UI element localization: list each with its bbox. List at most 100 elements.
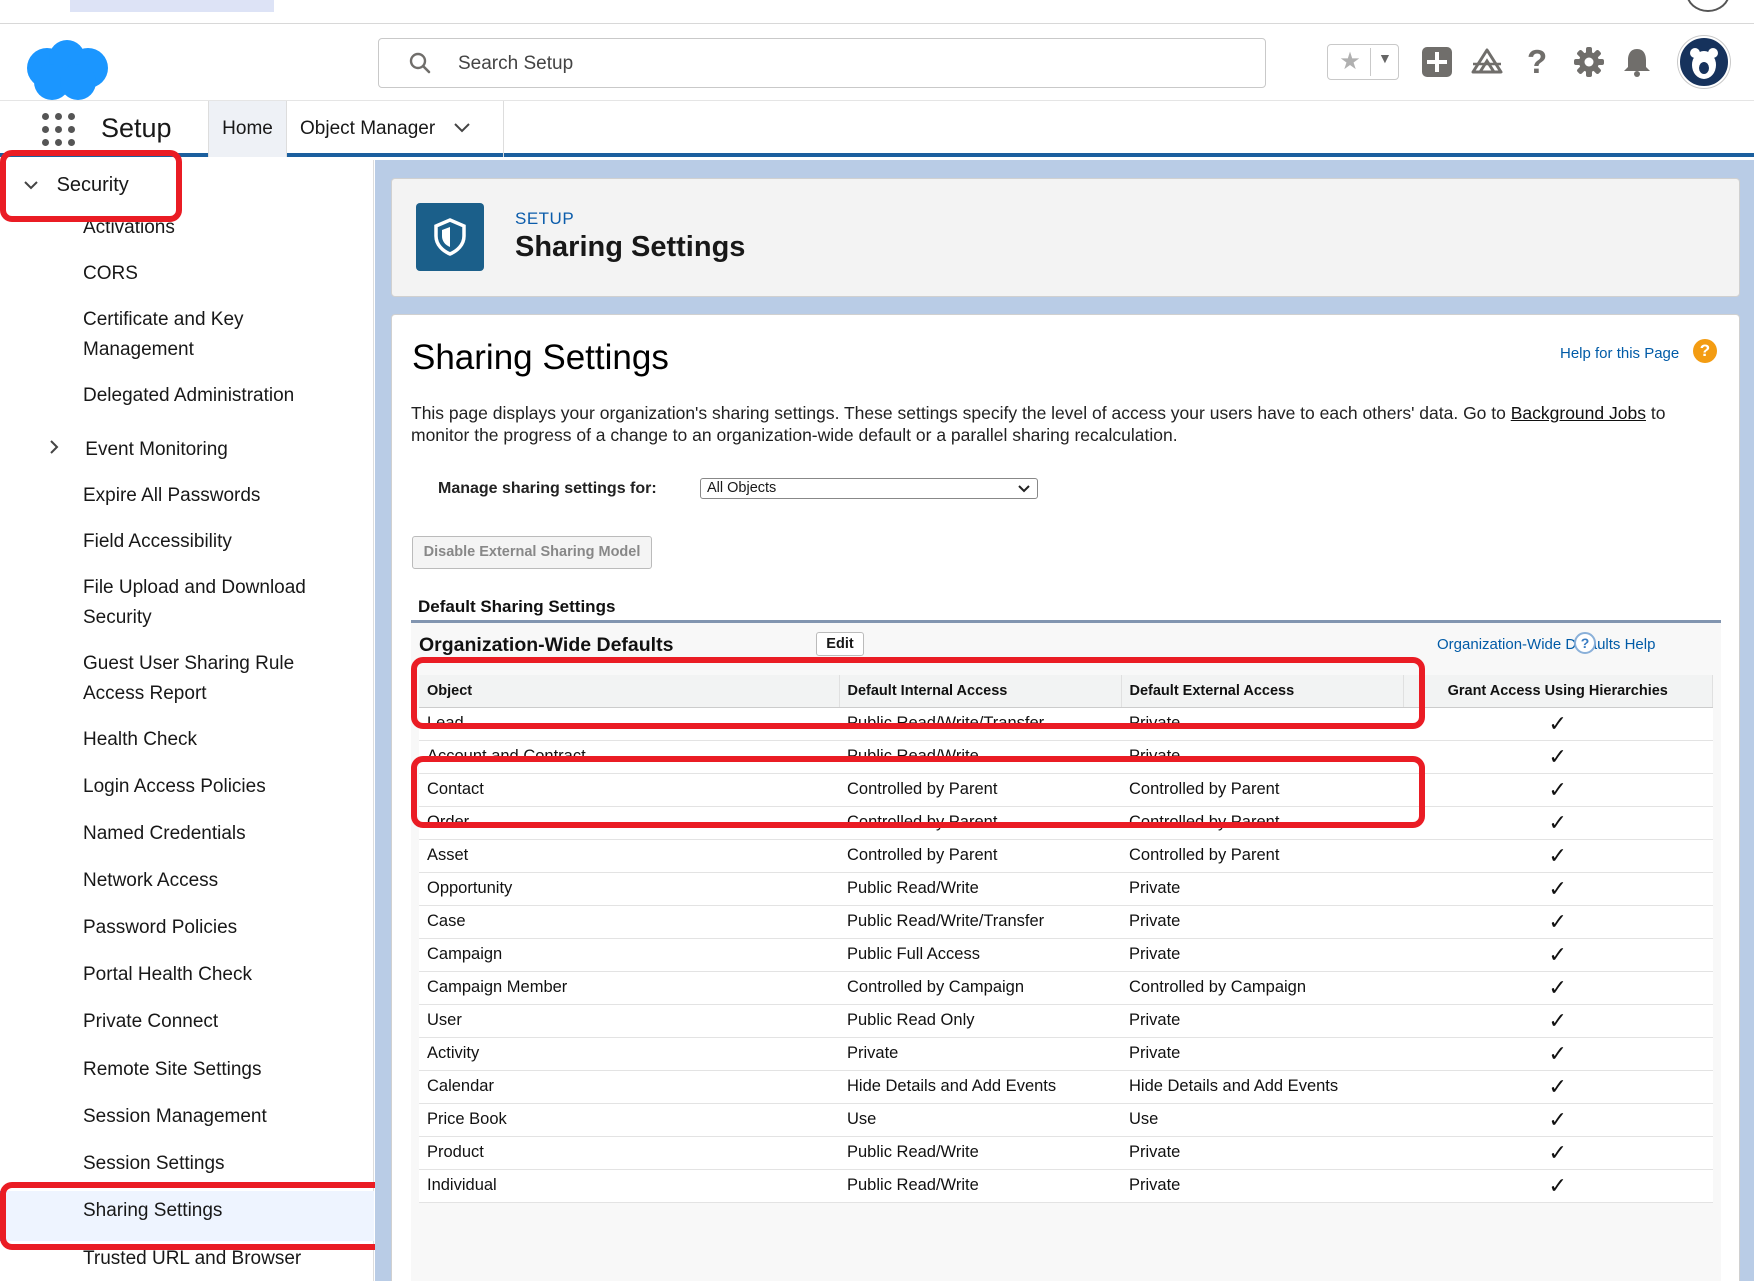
browser-tab[interactable] (70, 0, 274, 12)
checkmark-icon: ✓ (1403, 1037, 1713, 1071)
cell-object: Product (419, 1136, 839, 1170)
content-card: Sharing Settings Help for this Page ? Th… (391, 314, 1740, 1281)
table-row: Activity Private Private ✓ (419, 1037, 1713, 1071)
checkmark-icon: ✓ (1403, 1070, 1713, 1104)
global-header: Search Setup ★ ▼ ? (0, 24, 1754, 101)
cell-internal-access: Public Read/Write (839, 1136, 1121, 1170)
table-row: Opportunity Public Read/Write Private ✓ (419, 872, 1713, 906)
cell-internal-access: Public Full Access (839, 938, 1121, 972)
app-name: Setup (101, 113, 172, 143)
sidebar-item-session-settings[interactable]: Session Settings (83, 1149, 225, 1179)
trailhead-icon[interactable] (1470, 44, 1504, 80)
edit-button[interactable]: Edit (816, 632, 864, 656)
page-title: Sharing Settings (515, 231, 746, 263)
table-row: Asset Controlled by Parent Controlled by P… (419, 839, 1713, 873)
default-sharing-settings-heading: Default Sharing Settings (418, 597, 616, 616)
tab-object-manager-label: Object Manager (300, 118, 436, 139)
checkmark-icon: ✓ (1403, 938, 1713, 972)
checkmark-icon: ✓ (1403, 1103, 1713, 1137)
help-for-this-page-link[interactable]: Help for this Page (1560, 345, 1679, 362)
sidebar-item-private-connect[interactable]: Private Connect (83, 1007, 218, 1037)
checkmark-icon: ✓ (1403, 1169, 1713, 1203)
cell-object: Calendar (419, 1070, 839, 1104)
sidebar-item-password-policies[interactable]: Password Policies (83, 913, 237, 943)
help-icon[interactable]: ? (1527, 43, 1547, 80)
sidebar-item-event-monitoring[interactable]: Event Monitoring (48, 435, 228, 465)
caret-down-icon[interactable]: ▼ (1378, 50, 1392, 66)
cell-internal-access: Hide Details and Add Events (839, 1070, 1121, 1104)
sidebar-item-field-accessibility[interactable]: Field Accessibility (83, 527, 232, 557)
sidebar-item-login-access-policies[interactable]: Login Access Policies (83, 772, 266, 802)
tab-object-manager[interactable]: Object Manager (288, 101, 504, 157)
manage-sharing-select[interactable]: All Objects (700, 478, 1038, 499)
cell-external-access: Private (1121, 938, 1403, 972)
sidebar-item-portal-health-check[interactable]: Portal Health Check (83, 960, 252, 990)
chevron-down-icon[interactable] (453, 118, 471, 140)
checkmark-icon: ✓ (1403, 905, 1713, 939)
content-title: Sharing Settings (412, 338, 669, 377)
cell-object: Campaign (419, 938, 839, 972)
cell-external-access: Private (1121, 1169, 1403, 1203)
cell-internal-access: Public Read Only (839, 1004, 1121, 1038)
browser-strip (0, 0, 1754, 24)
sidebar-item-label: Event Monitoring (85, 439, 228, 460)
sidebar-item-health-check[interactable]: Health Check (83, 725, 197, 755)
search-icon (409, 52, 431, 79)
notifications-bell-icon[interactable] (1622, 44, 1652, 80)
sidebar-item-delegated-administration[interactable]: Delegated Administration (83, 381, 294, 411)
cell-internal-access: Private (839, 1037, 1121, 1071)
setup-sidebar: Security Activations CORS Certificate an… (0, 150, 388, 1281)
search-input[interactable]: Search Setup (378, 38, 1266, 88)
checkmark-icon: ✓ (1403, 971, 1713, 1005)
checkmark-icon: ✓ (1403, 773, 1713, 807)
add-icon[interactable] (1421, 44, 1453, 80)
user-avatar[interactable] (1678, 36, 1730, 88)
owd-table: Object Default Internal Access Default E… (419, 675, 1713, 1203)
sidebar-item-expire-all-passwords[interactable]: Expire All Passwords (83, 481, 260, 511)
sidebar-item-named-credentials[interactable]: Named Credentials (83, 819, 246, 849)
sidebar-item-guest-user-sharing-rule-report[interactable]: Guest User Sharing Rule Access Report (83, 649, 343, 709)
tab-home[interactable]: Home (208, 101, 287, 157)
cell-external-access: Private (1121, 1004, 1403, 1038)
browser-profile-icon[interactable] (1686, 0, 1730, 12)
column-header-grant-access[interactable]: Grant Access Using Hierarchies (1403, 675, 1713, 708)
star-icon[interactable]: ★ (1332, 48, 1368, 76)
cell-object: Individual (419, 1169, 839, 1203)
app-launcher-icon[interactable] (42, 113, 76, 147)
salesforce-logo[interactable] (22, 38, 110, 109)
table-row: Calendar Hide Details and Add Events Hide … (419, 1070, 1713, 1104)
sidebar-item-cors[interactable]: CORS (83, 259, 138, 289)
cell-internal-access: Controlled by Parent (839, 839, 1121, 873)
cell-external-access: Controlled by Campaign (1121, 971, 1403, 1005)
gear-icon[interactable] (1573, 44, 1605, 80)
chevron-down-icon (1017, 482, 1031, 501)
help-circle-icon[interactable]: ? (1574, 632, 1596, 654)
owd-title: Organization-Wide Defaults (419, 634, 674, 656)
owd-help-link[interactable]: Organization-Wide Defaults Help (1437, 636, 1655, 653)
search-placeholder: Search Setup (458, 53, 574, 74)
help-circle-icon[interactable]: ? (1693, 339, 1717, 363)
sidebar-item-certificate-key-management[interactable]: Certificate and Key Management (83, 305, 343, 365)
checkmark-icon: ✓ (1403, 740, 1713, 774)
background-jobs-link[interactable]: Background Jobs (1511, 403, 1646, 423)
disable-external-sharing-button[interactable]: Disable External Sharing Model (412, 536, 652, 569)
annotation-box-sharing-settings (0, 1182, 388, 1250)
sidebar-item-remote-site-settings[interactable]: Remote Site Settings (83, 1055, 261, 1085)
table-row: Product Public Read/Write Private ✓ (419, 1136, 1713, 1170)
table-row: Individual Public Read/Write Private ✓ (419, 1169, 1713, 1203)
shield-icon (416, 203, 484, 271)
sidebar-item-network-access[interactable]: Network Access (83, 866, 218, 896)
chevron-right-icon (48, 435, 70, 465)
table-row: User Public Read Only Private ✓ (419, 1004, 1713, 1038)
page-header-eyebrow: SETUP (515, 209, 575, 228)
sidebar-item-file-upload-download-security[interactable]: File Upload and Download Security (83, 573, 343, 633)
cell-object: User (419, 1004, 839, 1038)
cell-external-access: Private (1121, 905, 1403, 939)
cell-internal-access: Public Read/Write (839, 872, 1121, 906)
manage-sharing-value: All Objects (707, 480, 777, 496)
sidebar-item-session-management[interactable]: Session Management (83, 1102, 267, 1132)
table-row: Case Public Read/Write/Transfer Private ✓ (419, 905, 1713, 939)
table-row: Price Book Use Use ✓ (419, 1103, 1713, 1137)
favorites-button[interactable]: ★ ▼ (1327, 44, 1399, 80)
cell-object: Campaign Member (419, 971, 839, 1005)
